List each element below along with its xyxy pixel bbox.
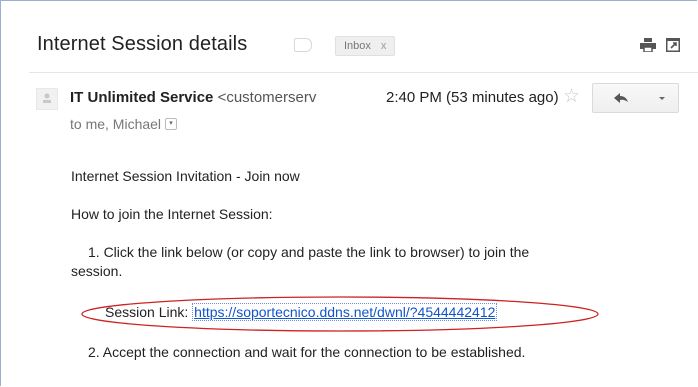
inbox-label-text: Inbox [344, 40, 371, 52]
reply-button[interactable] [592, 83, 648, 113]
step1-line1: 1. Click the link below (or copy and pas… [88, 244, 530, 260]
message-time: 2:40 PM (53 minutes ago) [386, 89, 559, 106]
invite-line: Internet Session Invitation - Join now [71, 168, 300, 184]
inbox-label-badge[interactable]: Inbox x [335, 36, 396, 56]
more-options-button[interactable] [646, 83, 679, 113]
chevron-down-icon [659, 97, 665, 100]
sender[interactable]: IT Unlimited Service <customerserv [70, 89, 348, 106]
remove-label-icon[interactable]: x [381, 40, 387, 52]
header-divider [29, 72, 698, 73]
sender-email: <customerserv [217, 89, 317, 106]
print-icon[interactable] [640, 38, 656, 52]
recipients-text: to me, Michael [70, 116, 162, 132]
new-window-icon[interactable] [666, 37, 680, 52]
star-icon[interactable]: ☆ [563, 85, 580, 108]
show-details-icon[interactable]: ▾ [165, 118, 178, 131]
email-subject: Internet Session details [37, 33, 248, 55]
howto-line: How to join the Internet Session: [71, 206, 273, 222]
step2-line: 2. Accept the connection and wait for th… [88, 344, 526, 360]
reply-icon [614, 93, 628, 103]
annotation-ellipse [81, 296, 599, 332]
label-tag-icon[interactable] [294, 38, 312, 52]
avatar-icon [36, 88, 58, 110]
sender-name: IT Unlimited Service [70, 89, 214, 106]
recipients: to me, Michael ▾ [70, 116, 178, 132]
step1-line2: session. [71, 263, 123, 279]
